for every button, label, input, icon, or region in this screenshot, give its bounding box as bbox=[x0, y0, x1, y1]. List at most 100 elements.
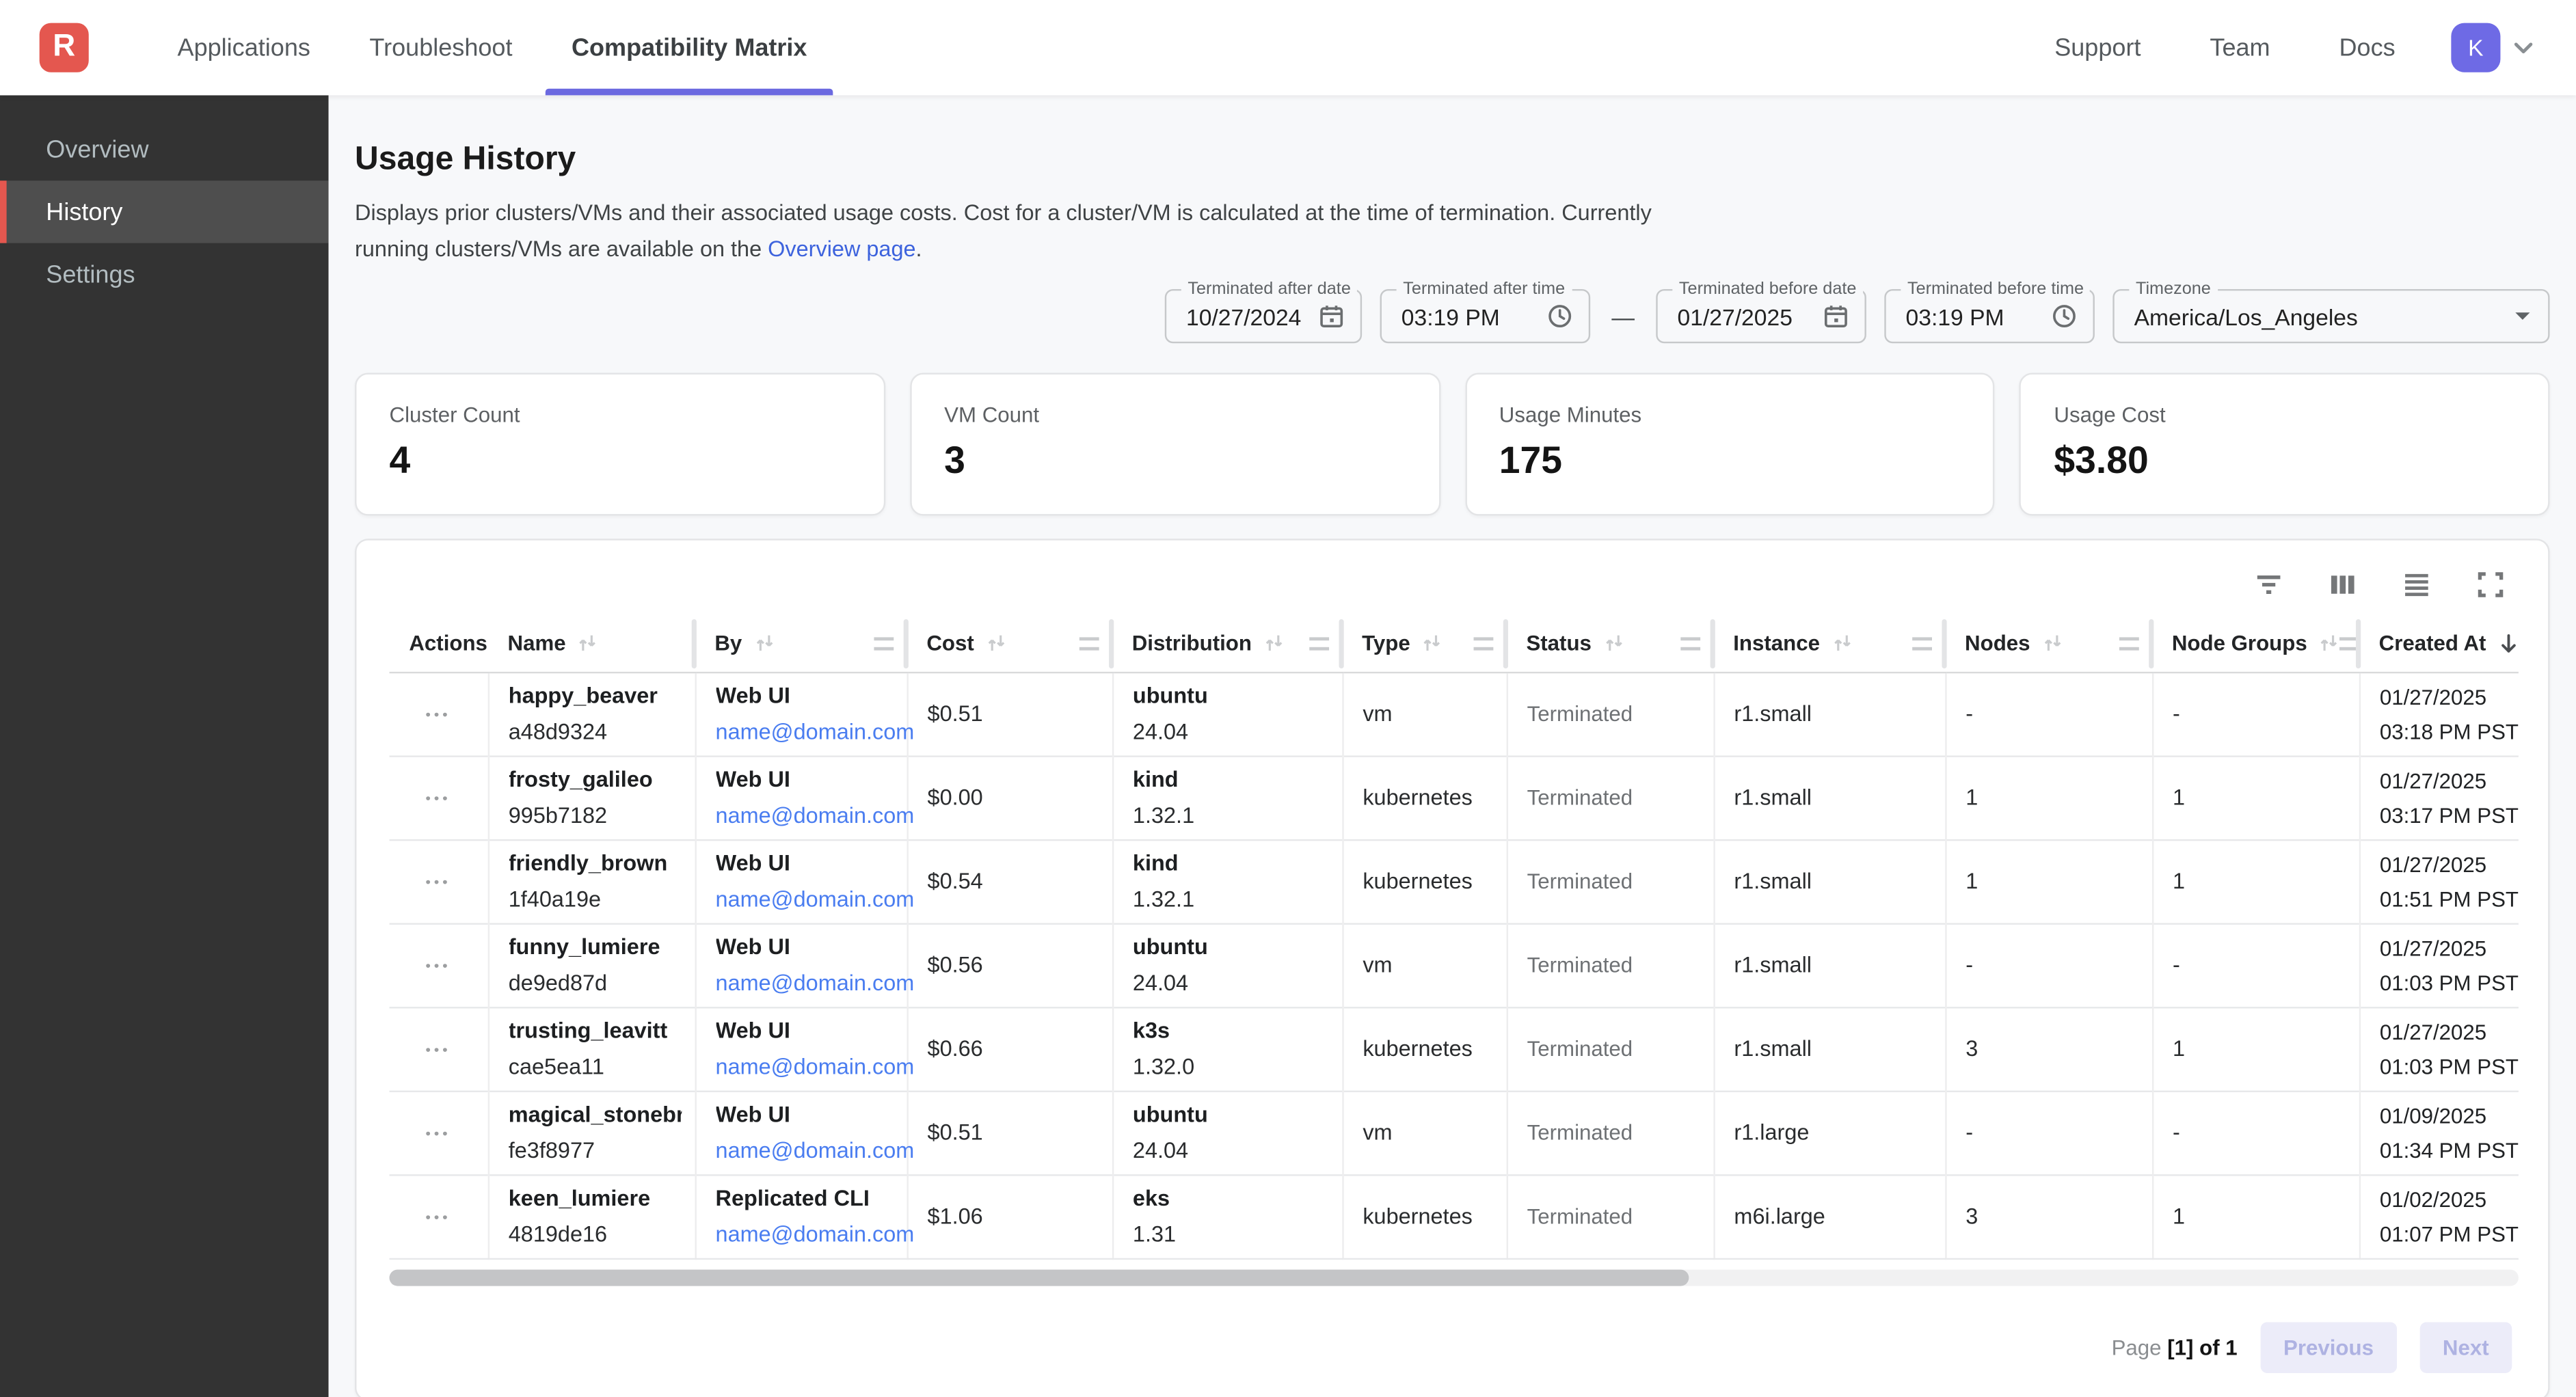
row-actions-button[interactable]: ••• bbox=[390, 957, 487, 973]
avatar-initial: K bbox=[2468, 34, 2483, 60]
email-link[interactable]: name@domain.com bbox=[716, 1139, 894, 1163]
cell-created-at: 01/02/202501:07 PM PST bbox=[2359, 1175, 2519, 1259]
density-icon[interactable] bbox=[2402, 570, 2431, 599]
column-header-by[interactable]: By bbox=[695, 616, 907, 673]
instance-value: r1.large bbox=[1715, 1120, 1944, 1145]
column-header-instance[interactable]: Instance bbox=[1713, 616, 1945, 673]
column-header-distribution[interactable]: Distribution bbox=[1112, 616, 1342, 673]
next-button[interactable]: Next bbox=[2419, 1322, 2512, 1372]
tab-applications[interactable]: Applications bbox=[148, 0, 340, 95]
tab-troubleshoot[interactable]: Troubleshoot bbox=[340, 0, 542, 95]
sidebar-item-settings[interactable]: Settings bbox=[0, 243, 329, 306]
scrollbar-thumb[interactable] bbox=[390, 1269, 1689, 1286]
email-link[interactable]: name@domain.com bbox=[716, 720, 894, 744]
replicated-logo[interactable]: R bbox=[40, 23, 89, 72]
cell-distribution: ubuntu24.04 bbox=[1112, 923, 1342, 1007]
row-actions-button[interactable]: ••• bbox=[390, 1208, 487, 1225]
overview-page-link[interactable]: Overview page bbox=[768, 236, 915, 260]
cell-by: Web UIname@domain.com bbox=[695, 839, 907, 923]
status-value: Terminated bbox=[1507, 785, 1713, 810]
email-link[interactable]: name@domain.com bbox=[716, 971, 894, 996]
column-menu-icon[interactable] bbox=[874, 637, 894, 650]
column-menu-icon[interactable] bbox=[1309, 637, 1329, 650]
stat-value: 3 bbox=[944, 439, 1406, 483]
row-actions-button[interactable]: ••• bbox=[390, 789, 487, 806]
distribution-name: ubuntu bbox=[1133, 683, 1328, 708]
column-menu-icon[interactable] bbox=[1680, 637, 1700, 650]
cell-distribution: kind1.32.1 bbox=[1112, 756, 1342, 840]
column-menu-icon[interactable] bbox=[2119, 637, 2139, 650]
email-link[interactable]: name@domain.com bbox=[716, 804, 894, 828]
column-header-nodes[interactable]: Nodes bbox=[1945, 616, 2152, 673]
sort-icon bbox=[2319, 633, 2340, 654]
column-label: Instance bbox=[1733, 632, 1820, 656]
chevron-down-icon[interactable] bbox=[2510, 34, 2536, 60]
column-separator bbox=[1942, 619, 1946, 668]
fullscreen-icon[interactable] bbox=[2476, 570, 2505, 599]
stat-cards: Cluster Count 4 VM Count 3 Usage Minutes… bbox=[355, 373, 2549, 516]
created-time: 03:17 PM PST bbox=[2380, 802, 2506, 827]
column-menu-icon[interactable] bbox=[1474, 637, 1494, 650]
filters-row: Terminated after date 10/27/2024 Termina… bbox=[355, 289, 2549, 343]
field-label: Timezone bbox=[2129, 280, 2217, 299]
column-menu-icon[interactable] bbox=[1079, 637, 1099, 650]
created-by-source: Web UI bbox=[716, 935, 894, 960]
column-menu-icon[interactable] bbox=[1912, 637, 1932, 650]
previous-button[interactable]: Previous bbox=[2260, 1322, 2396, 1372]
column-header-created-at[interactable]: Created At bbox=[2359, 616, 2519, 673]
nav-link-docs[interactable]: Docs bbox=[2339, 33, 2396, 62]
sidebar-item-history[interactable]: History bbox=[0, 180, 329, 243]
row-actions-button[interactable]: ••• bbox=[390, 1041, 487, 1057]
calendar-icon[interactable] bbox=[1319, 304, 1344, 329]
cell-by: Web UIname@domain.com bbox=[695, 1091, 907, 1175]
cost-value: $0.56 bbox=[908, 953, 1112, 977]
column-header-cost[interactable]: Cost bbox=[907, 616, 1112, 673]
cluster-name: frosty_galileo bbox=[509, 768, 681, 792]
usage-table-card: ActionsNameByCostDistributionTypeStatusI… bbox=[355, 539, 2549, 1397]
status-value: Terminated bbox=[1507, 1204, 1713, 1229]
terminated-after-date-field[interactable]: Terminated after date 10/27/2024 bbox=[1165, 289, 1362, 343]
nav-link-support[interactable]: Support bbox=[2054, 33, 2141, 62]
table-row: •••frosty_galileo995b7182Web UIname@doma… bbox=[390, 756, 2519, 840]
tab-compatibility-matrix[interactable]: Compatibility Matrix bbox=[542, 0, 837, 95]
filter-icon[interactable] bbox=[2254, 570, 2283, 599]
row-actions-button[interactable]: ••• bbox=[390, 1124, 487, 1141]
table-row: •••happy_beavera48d9324Web UIname@domain… bbox=[390, 672, 2519, 756]
distribution-version: 24.04 bbox=[1133, 1139, 1328, 1163]
sidebar-item-overview[interactable]: Overview bbox=[0, 118, 329, 180]
email-link[interactable]: name@domain.com bbox=[716, 1055, 894, 1079]
cell-name: frosty_galileo995b7182 bbox=[488, 756, 695, 840]
sort-icon bbox=[1263, 633, 1285, 654]
cell-cost: $0.51 bbox=[907, 672, 1112, 756]
user-avatar[interactable]: K bbox=[2451, 23, 2500, 72]
email-link[interactable]: name@domain.com bbox=[716, 887, 894, 912]
timezone-select[interactable]: Timezone America/Los_Angeles bbox=[2112, 289, 2549, 343]
clock-icon[interactable] bbox=[1548, 304, 1572, 329]
column-header-name[interactable]: Name bbox=[488, 616, 695, 673]
column-header-node-groups[interactable]: Node Groups bbox=[2152, 616, 2359, 673]
column-label: Cost bbox=[926, 632, 974, 656]
node-groups-value: - bbox=[2153, 1120, 2358, 1145]
row-actions-button[interactable]: ••• bbox=[390, 873, 487, 890]
date-range-separator: — bbox=[1611, 303, 1635, 329]
email-link[interactable]: name@domain.com bbox=[716, 1222, 894, 1247]
dropdown-arrow-icon[interactable] bbox=[2514, 308, 2532, 325]
terminated-before-date-field[interactable]: Terminated before date 01/27/2025 bbox=[1656, 289, 1866, 343]
column-header-type[interactable]: Type bbox=[1342, 616, 1506, 673]
row-actions-button[interactable]: ••• bbox=[390, 706, 487, 722]
nav-link-team[interactable]: Team bbox=[2210, 33, 2270, 62]
calendar-icon[interactable] bbox=[1823, 304, 1848, 329]
cell-cost: $0.54 bbox=[907, 839, 1112, 923]
sort-icon bbox=[753, 633, 775, 654]
sort-icon bbox=[1603, 633, 1624, 654]
columns-icon[interactable] bbox=[2328, 570, 2357, 599]
column-header-status[interactable]: Status bbox=[1507, 616, 1714, 673]
clock-icon[interactable] bbox=[2052, 304, 2076, 329]
page-indicator: Page [1] of 1 bbox=[2112, 1335, 2238, 1359]
terminated-after-time-field[interactable]: Terminated after time 03:19 PM bbox=[1380, 289, 1591, 343]
column-separator bbox=[904, 619, 909, 668]
terminated-before-time-field[interactable]: Terminated before time 03:19 PM bbox=[1884, 289, 2095, 343]
cluster-id: de9ed87d bbox=[509, 971, 681, 996]
cell-instance: r1.large bbox=[1713, 1091, 1945, 1175]
cell-by: Web UIname@domain.com bbox=[695, 1007, 907, 1091]
